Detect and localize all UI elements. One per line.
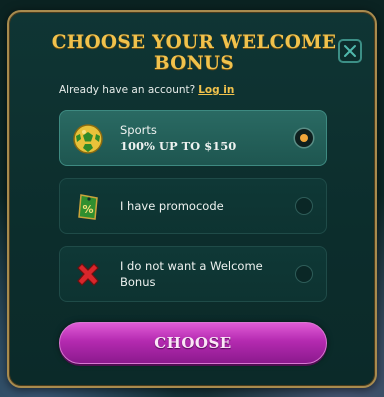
option-no-bonus-line2: Bonus	[120, 275, 156, 289]
modal-title: CHOOSE YOUR WELCOME BONUS	[51, 32, 337, 74]
close-icon	[344, 45, 356, 57]
option-sports[interactable]: Sports 100% UP TO $150	[59, 110, 327, 166]
option-sports-subtitle: 100% UP TO $150	[120, 139, 237, 153]
login-prompt-text: Already have an account?	[59, 84, 196, 96]
red-x-icon	[77, 263, 99, 286]
option-no-bonus-text: I do not want a Welcome Bonus	[120, 247, 263, 301]
option-promocode-label: I have promocode	[120, 199, 224, 213]
welcome-bonus-modal: CHOOSE YOUR WELCOME BONUS Already have a…	[7, 10, 377, 388]
soccer-ball-icon	[73, 124, 103, 154]
close-button[interactable]	[338, 39, 362, 63]
option-promocode-radio[interactable]	[295, 197, 313, 215]
option-no-bonus-line1: I do not want a Welcome	[120, 259, 263, 273]
login-link[interactable]: Log in	[198, 84, 234, 96]
option-sports-radio[interactable]	[295, 129, 313, 147]
option-promocode-text: I have promocode	[120, 179, 224, 233]
option-promocode[interactable]: % I have promocode	[59, 178, 327, 234]
option-sports-title: Sports	[120, 123, 157, 137]
option-sports-text: Sports 100% UP TO $150	[120, 111, 236, 165]
option-no-bonus[interactable]: I do not want a Welcome Bonus	[59, 246, 327, 302]
svg-text:%: %	[82, 203, 93, 216]
login-prompt: Already have an account? Log in	[59, 84, 234, 96]
choose-button[interactable]: CHOOSE	[59, 322, 327, 364]
percent-tag-icon: %	[78, 194, 98, 220]
option-no-bonus-radio[interactable]	[295, 265, 313, 283]
